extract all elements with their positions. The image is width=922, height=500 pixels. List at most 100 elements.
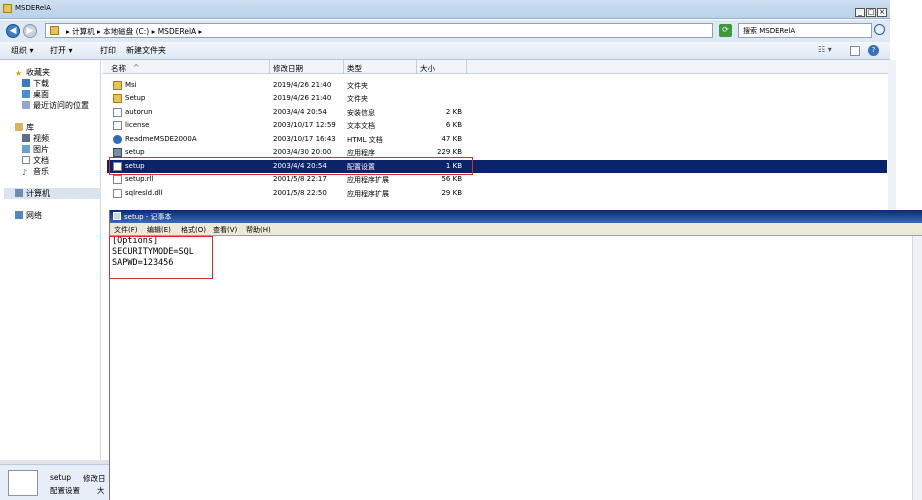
maximize-button[interactable]: □ <box>866 8 876 17</box>
notepad-window: setup - 记事本 文件(F) 编辑(E) 格式(O) 查看(V) 帮助(H… <box>109 210 922 500</box>
document-icon <box>22 156 30 164</box>
video-icon <box>22 134 30 142</box>
window-title: MSDERelA <box>15 4 51 12</box>
print-button[interactable]: 打印 <box>100 45 116 56</box>
file-row[interactable]: Setup 2019/4/26 21:40 文件夹 <box>107 92 887 105</box>
view-options-icon[interactable]: ☷ ▾ <box>818 45 832 54</box>
forward-button[interactable]: ▶ <box>23 24 37 38</box>
menu-format[interactable]: 格式(O) <box>181 225 206 235</box>
refresh-icon[interactable]: ⟳ <box>719 24 732 37</box>
open-button[interactable]: 打开 ▾ <box>50 45 73 56</box>
file-name: autorun <box>125 108 153 116</box>
column-name[interactable]: 名称 <box>111 63 126 74</box>
menu-view[interactable]: 查看(V) <box>213 225 237 235</box>
file-name: Setup <box>125 94 146 102</box>
file-row[interactable]: autorun 2003/4/4 20:54 安装信息 2 KB <box>107 106 887 119</box>
file-date: 2003/10/17 16:43 <box>273 135 336 143</box>
column-divider[interactable] <box>466 60 467 74</box>
column-divider[interactable] <box>416 60 417 74</box>
dll-file-icon <box>113 189 122 198</box>
file-row[interactable]: Msi 2019/4/26 21:40 文件夹 <box>107 79 887 92</box>
file-type: 应用程序扩展 <box>347 176 389 184</box>
column-date[interactable]: 修改日期 <box>273 63 303 74</box>
file-name: license <box>125 121 150 129</box>
folder-icon <box>113 81 122 90</box>
menu-help[interactable]: 帮助(H) <box>246 225 271 235</box>
dll-file-icon <box>113 175 122 184</box>
file-row[interactable]: sqlresld.dll 2001/5/8 22:50 应用程序扩展 29 KB <box>107 187 887 200</box>
file-list: 名称 ^ 修改日期 类型 大小 Msi 2019/4/26 21:40 文件夹 … <box>103 60 888 210</box>
download-icon <box>22 79 30 87</box>
notepad-icon <box>113 212 121 220</box>
nav-recent[interactable]: 最近访问的位置 <box>22 100 89 111</box>
preview-pane-icon[interactable] <box>850 46 860 56</box>
toolbar: 组织 ▾ 打开 ▾ 打印 新建文件夹 ☷ ▾ ? <box>0 42 890 60</box>
new-folder-button[interactable]: 新建文件夹 <box>126 45 166 56</box>
file-size: 29 KB <box>441 189 462 197</box>
close-button[interactable]: × <box>877 8 887 17</box>
setup-info-icon <box>113 108 122 117</box>
search-icon[interactable] <box>874 24 885 35</box>
network-icon <box>15 211 23 219</box>
file-row[interactable]: license 2003/10/17 12:59 文本文档 6 KB <box>107 119 887 132</box>
navigation-pane: ★ 收藏夹 下载 桌面 最近访问的位置 库 视频 图片 文档 ♪ 音乐 计算机 网络 <box>0 60 101 460</box>
notepad-title-bar[interactable]: setup - 记事本 <box>110 210 922 223</box>
column-header: 名称 ^ 修改日期 类型 大小 <box>103 60 888 74</box>
search-input[interactable]: 搜索 MSDERelA <box>738 23 872 38</box>
nav-pictures[interactable]: 图片 <box>22 144 49 155</box>
desktop-icon <box>22 90 30 98</box>
recent-places-icon <box>22 101 30 109</box>
html-file-icon <box>113 135 122 144</box>
folder-icon <box>50 26 59 35</box>
music-icon: ♪ <box>22 168 28 177</box>
help-icon[interactable]: ? <box>868 45 879 56</box>
nav-favorites[interactable]: ★ 收藏夹 <box>15 67 50 78</box>
column-divider[interactable] <box>269 60 270 74</box>
file-type: HTML 文档 <box>347 136 383 144</box>
nav-downloads[interactable]: 下载 <box>22 78 49 89</box>
details-name: setup <box>50 473 71 482</box>
nav-videos[interactable]: 视频 <box>22 133 49 144</box>
notepad-menu-bar: 文件(F) 编辑(E) 格式(O) 查看(V) 帮助(H) <box>110 223 922 236</box>
breadcrumb[interactable]: ▸ 计算机 ▸ 本地磁盘 (C:) ▸ MSDERelA ▸ <box>66 26 202 37</box>
details-modified-label: 修改日 <box>83 474 106 483</box>
file-name: setup.rll <box>125 175 154 183</box>
menu-file[interactable]: 文件(F) <box>114 225 138 235</box>
details-type: 配置设置 <box>50 486 80 495</box>
minimize-button[interactable]: _ <box>855 8 865 17</box>
file-date: 2003/4/4 20:54 <box>273 108 327 116</box>
nav-desktop[interactable]: 桌面 <box>22 89 49 100</box>
nav-libraries[interactable]: 库 <box>15 122 34 133</box>
file-size: 2 KB <box>445 108 462 116</box>
back-button[interactable]: ◀ <box>6 24 20 38</box>
sort-ascending-icon: ^ <box>133 63 140 72</box>
file-type: 安装信息 <box>347 109 375 117</box>
file-size: 56 KB <box>441 175 462 183</box>
menu-edit[interactable]: 编辑(E) <box>147 225 171 235</box>
file-date: 2019/4/26 21:40 <box>273 81 332 89</box>
config-file-icon <box>8 470 38 496</box>
column-divider[interactable] <box>343 60 344 74</box>
file-row[interactable]: ReadmeMSDE2000A 2003/10/17 16:43 HTML 文档… <box>107 133 887 146</box>
column-size[interactable]: 大小 <box>420 63 435 74</box>
file-type: 应用程序扩展 <box>347 190 389 198</box>
nav-computer[interactable]: 计算机 <box>4 188 101 199</box>
nav-documents[interactable]: 文档 <box>22 155 49 166</box>
computer-icon <box>15 189 23 197</box>
organize-button[interactable]: 组织 ▾ <box>11 45 34 56</box>
file-date: 2019/4/26 21:40 <box>273 94 332 102</box>
address-row: ◀ ▶ ▸ 计算机 ▸ 本地磁盘 (C:) ▸ MSDERelA ▸ ⟳ 搜索 … <box>0 20 890 42</box>
file-name: ReadmeMSDE2000A <box>125 135 197 143</box>
text-file-icon <box>113 121 122 130</box>
details-size-label: 大 <box>97 486 105 495</box>
notepad-scrollbar[interactable] <box>912 236 922 500</box>
nav-network[interactable]: 网络 <box>15 210 42 221</box>
file-type: 文本文档 <box>347 122 375 130</box>
notepad-text-area[interactable]: [Options] SECURITYMODE=SQL SAPWD=123456 <box>110 236 922 500</box>
explorer-title-bar[interactable]: MSDERelA _ □ × <box>0 0 890 19</box>
file-date: 2001/5/8 22:17 <box>273 175 327 183</box>
address-bar[interactable]: ▸ 计算机 ▸ 本地磁盘 (C:) ▸ MSDERelA ▸ <box>45 23 713 38</box>
nav-music[interactable]: ♪ 音乐 <box>22 166 49 177</box>
file-name: Msi <box>125 81 137 89</box>
column-type[interactable]: 类型 <box>347 63 362 74</box>
